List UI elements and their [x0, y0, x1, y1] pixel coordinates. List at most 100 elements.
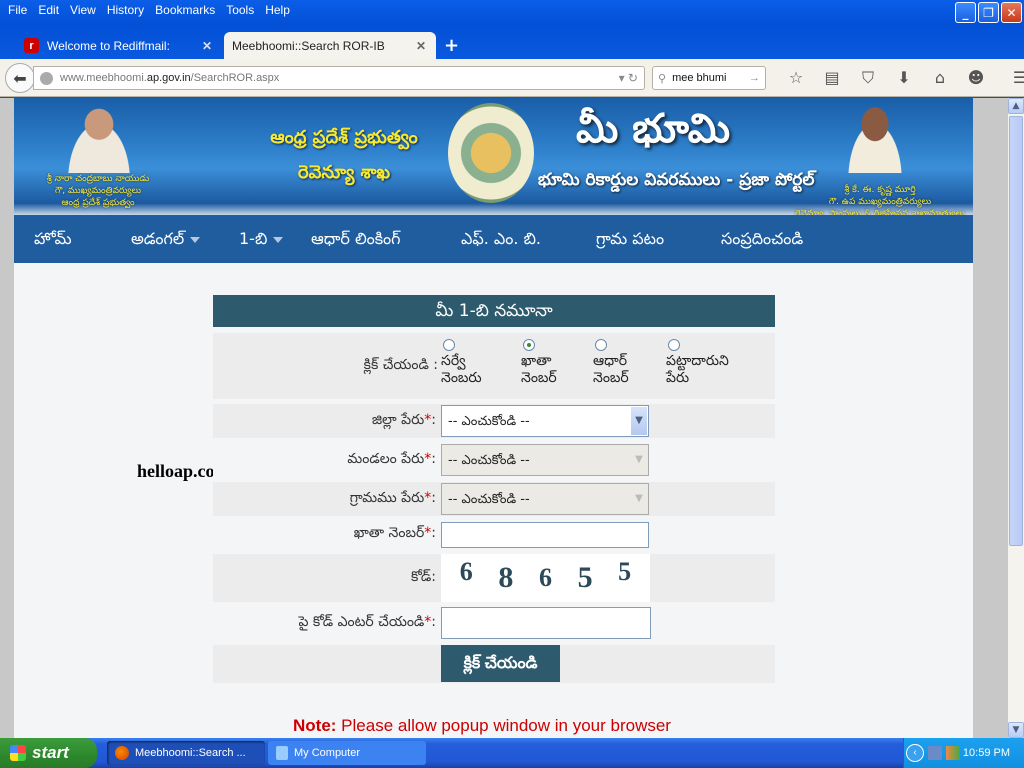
radio-label: పట్టాదారుని: [666, 353, 729, 369]
back-button[interactable]: ⬅: [5, 63, 35, 93]
search-type-row: క్లిక్ చేయండి : సర్వే నెంబరు ఖాతా నెంబర్: [213, 333, 775, 399]
url-bar[interactable]: www.meebhoomi. ap.gov.in/SearchROR.aspx ▾…: [33, 66, 645, 90]
chevron-down-icon: ▼: [631, 407, 647, 435]
task-label: Meebhoomi::Search ...: [135, 747, 246, 759]
code-label: కోడ్:: [411, 569, 436, 585]
taskbar-item-firefox[interactable]: Meebhoomi::Search ...: [107, 741, 265, 765]
tab-meebhoomi[interactable]: Meebhoomi::Search ROR-IB ✕: [224, 32, 436, 59]
taskbar: start Meebhoomi::Search ... My Computer …: [0, 738, 1024, 768]
radio-survey-number[interactable]: సర్వే నెంబరు: [441, 339, 521, 387]
close-button[interactable]: ✕: [1001, 2, 1022, 23]
dept-line: రెవెన్యూ శాఖ: [297, 162, 391, 183]
mandal-label: మండలం పేరు*:: [347, 451, 436, 470]
submit-button[interactable]: క్లిక్ చేయండి: [441, 645, 560, 682]
star-icon[interactable]: ☆: [778, 68, 814, 88]
tray-app-icon[interactable]: [946, 746, 960, 760]
window-controls: _ ❐ ✕: [955, 2, 1022, 23]
govt-title: ఆంధ్ర ప్రదేశ్ ప్రభుత్వం రెవెన్యూ శాఖ: [264, 120, 424, 190]
download-icon[interactable]: ⬇: [886, 68, 922, 88]
select-value: -- ఎంచుకోండి --: [448, 414, 530, 429]
start-label: start: [32, 743, 69, 762]
nav-contact[interactable]: సంప్రదించండి: [721, 229, 803, 252]
menu-icon[interactable]: ☰: [1002, 68, 1024, 88]
caption-line: ఆంధ్ర ప్రదేశ్ ప్రభుత్వం: [61, 198, 135, 208]
task-label: My Computer: [294, 747, 361, 759]
nav-adangal[interactable]: అడంగల్: [131, 229, 201, 252]
district-select[interactable]: -- ఎంచుకోండి -- ▼: [441, 405, 649, 437]
khata-number-input[interactable]: [441, 522, 649, 548]
mandal-select[interactable]: -- ఎంచుకోండి -- ▼: [441, 444, 649, 476]
mandal-row: మండలం పేరు*: -- ఎంచుకోండి -- ▼: [213, 443, 775, 477]
network-icon[interactable]: [928, 746, 942, 760]
enter-code-row: పై కోడ్ ఎంటర్ చేయండి*:: [213, 606, 775, 640]
scroll-down-icon[interactable]: ▼: [1008, 722, 1024, 738]
taskbar-item-my-computer[interactable]: My Computer: [268, 741, 426, 765]
site-title: మీ భూమి: [576, 106, 731, 152]
radio-button[interactable]: [595, 339, 607, 351]
captcha-digit: 5: [618, 557, 632, 586]
note-label: Note:: [293, 716, 337, 735]
site-banner: శ్రీ నారా చంద్రబాబు నాయుడు గౌ, ముఖ్యమంత్…: [14, 98, 973, 219]
menu-bar: File Edit View History Bookmarks Tools H…: [0, 0, 297, 20]
nav-village-map[interactable]: గ్రామ పటం: [596, 229, 664, 252]
menu-bookmarks[interactable]: Bookmarks: [151, 0, 222, 20]
show-hidden-icons-button[interactable]: ‹: [906, 744, 924, 762]
scroll-up-icon[interactable]: ▲: [1008, 98, 1024, 114]
close-tab-icon[interactable]: ✕: [416, 39, 426, 53]
vertical-scrollbar[interactable]: ▲ ▼: [1008, 98, 1024, 738]
khata-row: ఖాతా నెంబర్*:: [213, 521, 775, 549]
menu-file[interactable]: File: [4, 0, 34, 20]
windows-logo-icon: [10, 745, 26, 761]
radio-khata-number[interactable]: ఖాతా నెంబర్: [521, 339, 593, 387]
hello-icon[interactable]: ☻: [958, 68, 994, 88]
menu-view[interactable]: View: [66, 0, 103, 20]
search-icon: ⚲: [658, 72, 667, 85]
caption-line: గౌ. ఉప ముఖ్యమంత్రివర్యులు: [828, 197, 932, 207]
reading-list-icon[interactable]: ▤: [814, 68, 850, 88]
home-icon[interactable]: ⌂: [922, 68, 958, 88]
nav-label: 1-బి: [239, 229, 268, 248]
radio-button-checked[interactable]: [523, 339, 535, 351]
caption-line: శ్రీ కే. ఈ. కృష్ణ మూర్తి: [844, 185, 916, 195]
scroll-thumb[interactable]: [1009, 116, 1023, 546]
search-input[interactable]: ⚲ mee bhumi →: [652, 66, 766, 90]
minimize-button[interactable]: _: [955, 2, 976, 23]
menu-history[interactable]: History: [103, 0, 151, 20]
search-go-icon[interactable]: →: [749, 72, 760, 84]
captcha-input[interactable]: [441, 607, 651, 639]
search-type-radios: సర్వే నెంబరు ఖాతా నెంబర్ ఆధార్ నెంబర్ పట…: [441, 339, 766, 387]
radio-button[interactable]: [443, 339, 455, 351]
radio-label: ఆధార్: [593, 353, 628, 369]
menu-edit[interactable]: Edit: [34, 0, 66, 20]
restore-button[interactable]: ❐: [978, 2, 999, 23]
radio-aadhaar-number[interactable]: ఆధార్ నెంబర్: [593, 339, 666, 387]
new-tab-button[interactable]: +: [444, 35, 459, 56]
radio-pattadar-name[interactable]: పట్టాదారుని పేరు: [666, 339, 766, 387]
nav-aadhaar-linking[interactable]: ఆధార్ లింకింగ్: [311, 229, 401, 252]
reload-icon[interactable]: ▾ ↻: [619, 71, 638, 85]
captcha-image: 6 8 6 5 5: [441, 554, 650, 602]
close-tab-icon[interactable]: ✕: [202, 39, 212, 53]
system-tray: ‹ 10:59 PM: [903, 738, 1024, 768]
caption-line: గౌ, ముఖ్యమంత్రివర్యులు: [55, 186, 141, 196]
start-button[interactable]: start: [0, 738, 97, 768]
clock: 10:59 PM: [962, 747, 1010, 759]
nav-1b[interactable]: 1-బి: [239, 229, 284, 252]
deputy-cm-photo: [836, 98, 914, 173]
pocket-icon[interactable]: ⛉: [850, 68, 886, 88]
menu-tools[interactable]: Tools: [222, 0, 261, 20]
tab-rediffmail[interactable]: r Welcome to Rediffmail: ✕: [16, 32, 222, 59]
village-select[interactable]: -- ఎంచుకోండి -- ▼: [441, 483, 649, 515]
toolbar-icons: ☆ ▤ ⛉ ⬇ ⌂ ☻ ☰: [778, 68, 1024, 88]
colon: :: [431, 614, 436, 630]
radio-button[interactable]: [668, 339, 680, 351]
nav-home[interactable]: హోమ్: [34, 229, 72, 252]
search-form: మీ 1-బి నమూనా క్లిక్ చేయండి : సర్వే నెంబ…: [213, 295, 775, 683]
radio-label: ఖాతా: [521, 353, 552, 369]
menu-help[interactable]: Help: [261, 0, 297, 20]
label-text: గ్రామము పేరు: [349, 490, 425, 506]
caret-down-icon: [273, 236, 284, 243]
main-nav: హోమ్ అడంగల్ 1-బి ఆధార్ లింకింగ్ ఎఫ్. ఎం.…: [14, 215, 973, 263]
nav-fmb[interactable]: ఎఫ్. ఎం. బి.: [461, 229, 541, 252]
page-viewport: శ్రీ నారా చంద్రబాబు నాయుడు గౌ, ముఖ్యమంత్…: [0, 98, 1008, 738]
